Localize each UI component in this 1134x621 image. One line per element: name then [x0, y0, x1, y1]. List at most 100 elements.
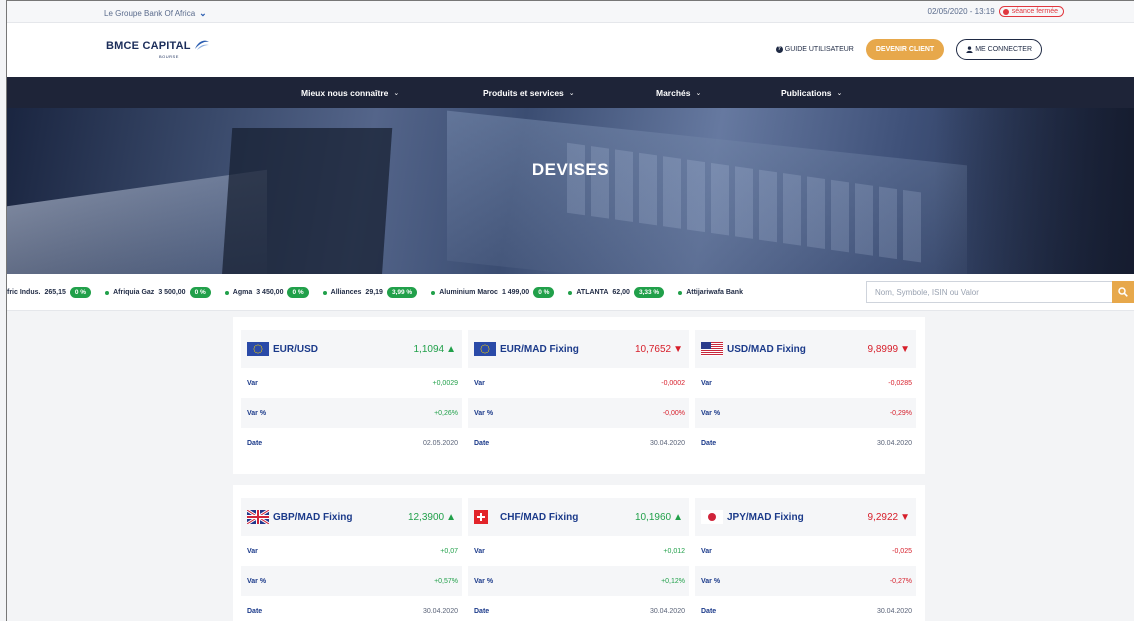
- login-label: ME CONNECTER: [975, 46, 1032, 53]
- search-input[interactable]: Nom, Symbole, ISIN ou Valor: [866, 281, 1113, 303]
- var-pct-row: Var % -0,29%: [695, 398, 916, 428]
- stock-ticker: fric Indus. 265,15 0 % Afriquia Gaz 3 500,00…: [7, 274, 1134, 311]
- currency-pair: USD/MAD Fixing: [727, 343, 806, 355]
- currency-card: EUR/USD 1,1094 ▲ Var +0,0029 Var % +0,26% Date 0…: [241, 330, 462, 458]
- ticker-price: 265,15: [44, 289, 66, 296]
- ticker-item[interactable]: Attijariwafa Bank: [678, 289, 743, 296]
- nav-item-products[interactable]: Produits et services ⌄: [483, 88, 575, 98]
- status-dot-icon: [224, 290, 229, 295]
- ticker-change-badge: 0 %: [287, 287, 309, 298]
- ticker-change-badge: 0 %: [189, 287, 211, 298]
- currency-panel: EUR/USD 1,1094 ▲ Var +0,0029 Var % +0,26% Date 0…: [233, 317, 925, 474]
- row-label: Var: [474, 379, 485, 387]
- row-label: Var: [247, 547, 258, 555]
- ticker-change-badge: 0 %: [69, 287, 92, 298]
- currency-title[interactable]: EUR/MAD Fixing: [474, 342, 579, 356]
- var-row: Var -0,0002: [468, 368, 689, 398]
- row-label: Var %: [474, 577, 494, 585]
- var-row: Var +0,012: [468, 536, 689, 566]
- currency-title[interactable]: JPY/MAD Fixing: [701, 510, 804, 524]
- datetime: 02/05/2020 - 13:19: [927, 7, 995, 16]
- chevron-down-icon: ⌄: [695, 90, 702, 97]
- ticker-name: Alliances: [330, 289, 362, 296]
- currency-card: CHF/MAD Fixing 10,1960 ▲ Var +0,012 Var % +0,1…: [468, 498, 689, 621]
- row-value: +0,012: [663, 547, 685, 555]
- date-row: Date 30.04.2020: [468, 596, 689, 621]
- guide-link[interactable]: ? GUIDE UTILISATEUR: [775, 46, 854, 53]
- currency-rate: 1,1094 ▲: [414, 344, 457, 355]
- date-row: Date 02.05.2020: [241, 428, 462, 458]
- row-label: Var: [247, 379, 258, 387]
- page-title: DEVISES: [531, 160, 610, 179]
- logo-swoosh-icon: [194, 40, 209, 50]
- logo[interactable]: BMCE CAPITAL BOURSE: [106, 40, 210, 59]
- ticker-item[interactable]: Afriquia Gaz 3 500,00 0 %: [105, 287, 211, 298]
- ticker-item[interactable]: Aluminium Maroc 1 499,00 0 %: [431, 287, 555, 298]
- row-label: Date: [701, 607, 717, 615]
- flag-ch-icon: [474, 510, 496, 524]
- currency-pair: EUR/USD: [273, 343, 319, 355]
- var-row: Var +0,07: [241, 536, 462, 566]
- date-row: Date 30.04.2020: [695, 596, 916, 621]
- group-selector[interactable]: Le Groupe Bank Of Africa ⌄: [104, 8, 207, 19]
- rate-value: 10,7652: [634, 343, 672, 355]
- currency-panel: GBP/MAD Fixing 12,3900 ▲ Var +0,07 Var % +0,57…: [233, 485, 925, 621]
- rate-value: 10,1960: [634, 511, 672, 523]
- rate-value: 12,3900: [407, 511, 445, 523]
- status-dot-icon: [1002, 8, 1009, 15]
- row-label: Var %: [247, 409, 267, 417]
- var-row: Var -0,025: [695, 536, 916, 566]
- flag-eu-icon: [247, 342, 269, 356]
- row-label: Date: [701, 439, 717, 447]
- ticker-price: 29,19: [365, 289, 383, 296]
- user-icon: [966, 46, 973, 53]
- status-dot-icon: [568, 290, 573, 295]
- currency-rate: 12,3900 ▲: [408, 512, 456, 523]
- currency-card-header: JPY/MAD Fixing 9,2922 ▼: [695, 498, 916, 536]
- nav-item-markets[interactable]: Marchés ⌄: [656, 88, 701, 98]
- currency-rate: 9,8999 ▼: [868, 344, 911, 355]
- currency-title[interactable]: USD/MAD Fixing: [701, 342, 806, 356]
- main-nav: Mieux nous connaître ⌄ Produits et servic…: [7, 77, 1134, 108]
- group-label: Le Groupe Bank Of Africa: [104, 9, 196, 18]
- currency-title[interactable]: EUR/USD: [247, 342, 318, 356]
- rate-value: 9,8999: [867, 343, 899, 355]
- ticker-item[interactable]: fric Indus. 265,15 0 %: [7, 287, 92, 298]
- status-dot-icon: [678, 290, 683, 295]
- row-value: -0,0002: [661, 379, 685, 387]
- ticker-item[interactable]: Alliances 29,19 3,99 %: [322, 287, 418, 298]
- become-client-button[interactable]: DEVENIR CLIENT: [865, 39, 945, 60]
- nav-item-publications[interactable]: Publications ⌄: [781, 88, 842, 98]
- currency-grid: EUR/USD 1,1094 ▲ Var +0,0029 Var % +0,26% Date 0…: [241, 330, 917, 458]
- header-actions: ? GUIDE UTILISATEUR DEVENIR CLIENT ME CO…: [775, 39, 1042, 60]
- var-pct-row: Var % +0,12%: [468, 566, 689, 596]
- ticker-item[interactable]: Agma 3 450,00 0 %: [224, 287, 309, 298]
- nav-label: Marchés: [656, 88, 691, 98]
- row-value: 30.04.2020: [649, 607, 685, 615]
- currency-title[interactable]: GBP/MAD Fixing: [246, 508, 352, 526]
- browser-frame: Le Groupe Bank Of Africa ⌄ 02/05/2020 - …: [6, 0, 1134, 621]
- var-pct-row: Var % +0,57%: [241, 566, 462, 596]
- date-row: Date 30.04.2020: [468, 428, 689, 458]
- row-value: -0,27%: [889, 577, 912, 585]
- market-status-area: 02/05/2020 - 13:19 séance fermée: [928, 6, 1064, 17]
- row-value: -0,025: [892, 547, 912, 555]
- chevron-down-icon: ⌄: [199, 8, 207, 18]
- search-button[interactable]: [1112, 281, 1134, 303]
- flag-jp-icon: [701, 510, 723, 524]
- ticker-price: 62,00: [612, 289, 630, 296]
- currency-card: EUR/MAD Fixing 10,7652 ▼ Var -0,0002 Var % -0,…: [468, 330, 689, 458]
- row-value: 30.04.2020: [876, 439, 912, 447]
- flag-us-icon: [701, 342, 723, 356]
- currency-pair: CHF/MAD Fixing: [500, 511, 579, 523]
- var-pct-row: Var % -0,27%: [695, 566, 916, 596]
- nav-item-about[interactable]: Mieux nous connaître ⌄: [301, 88, 399, 98]
- login-button[interactable]: ME CONNECTER: [956, 39, 1042, 60]
- nav-label: Produits et services: [483, 88, 564, 98]
- row-value: 30.04.2020: [422, 607, 458, 615]
- row-label: Var: [701, 379, 712, 387]
- ticker-item[interactable]: ATLANTA 62,00 3,33 %: [568, 287, 665, 298]
- currency-title[interactable]: CHF/MAD Fixing: [474, 510, 578, 524]
- hero-bg-shape: [934, 108, 1134, 274]
- row-label: Var: [474, 547, 485, 555]
